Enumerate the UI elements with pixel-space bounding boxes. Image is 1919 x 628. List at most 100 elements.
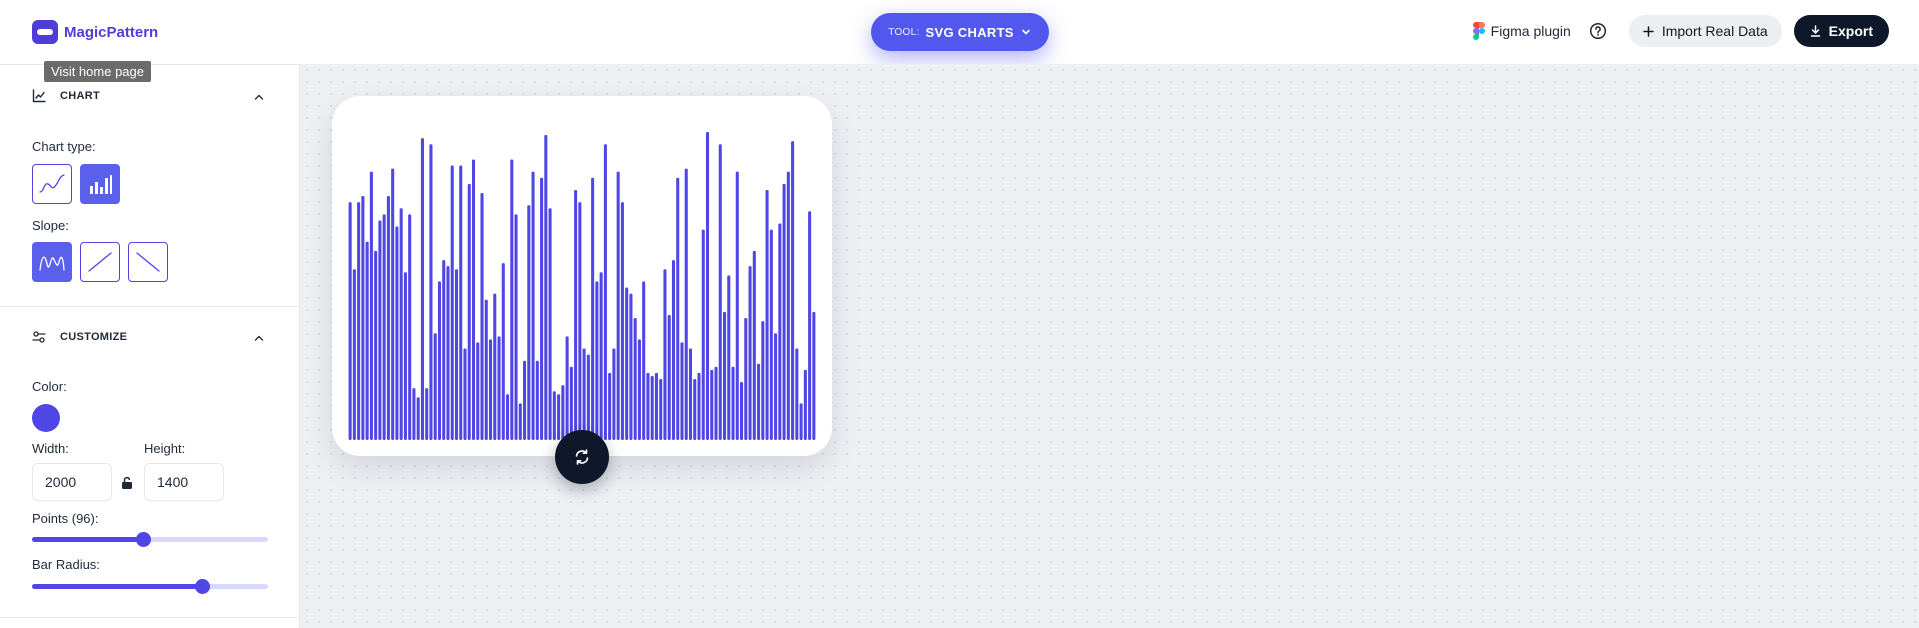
chart-bar <box>799 403 803 440</box>
chart-bar <box>659 379 663 440</box>
chart-bar <box>544 135 548 440</box>
import-real-data-button[interactable]: Import Real Data <box>1628 15 1782 47</box>
points-slider[interactable] <box>32 532 268 547</box>
chart-bar <box>535 360 539 440</box>
chart-bar <box>765 189 769 440</box>
chevron-up-icon[interactable] <box>252 90 266 104</box>
refresh-icon <box>575 449 589 465</box>
chart-bar <box>616 171 620 440</box>
chart-bar <box>561 385 565 440</box>
color-swatch[interactable] <box>32 404 60 432</box>
figma-plugin-label: Figma plugin <box>1490 23 1571 39</box>
points-slider-fill <box>32 537 143 542</box>
line-chart-icon <box>39 174 65 193</box>
chart-bar <box>748 266 752 440</box>
chart-bar <box>454 269 459 440</box>
section-divider <box>0 617 300 618</box>
chart-bar <box>795 348 799 440</box>
chart-bar <box>395 226 399 440</box>
chart-bar <box>471 159 476 440</box>
chart-bar <box>493 293 497 440</box>
chart-bar <box>608 372 612 440</box>
chart-bar <box>599 272 603 440</box>
chart-bar <box>705 132 710 440</box>
tool-selector-button[interactable]: TOOL: SVG CHARTS <box>871 13 1049 51</box>
unlocked-icon[interactable] <box>120 476 134 490</box>
chart-bar <box>489 339 493 440</box>
chart-type-bar-option[interactable] <box>80 164 120 204</box>
export-button[interactable]: Export <box>1793 15 1889 47</box>
bar-radius-label: Bar Radius: <box>32 557 100 572</box>
chart-bar <box>408 214 412 440</box>
chart-bar <box>386 196 390 440</box>
chart-bar <box>697 372 701 440</box>
chart-section-header[interactable]: CHART <box>32 89 100 103</box>
chart-bar <box>744 318 748 440</box>
chart-bar <box>484 299 488 440</box>
wave-slope-icon <box>39 256 65 271</box>
chart-bar <box>450 165 454 440</box>
bar-chart-icon <box>90 175 112 194</box>
chart-bar <box>740 382 744 440</box>
chart-bar <box>620 202 624 440</box>
chart-bar <box>654 372 658 440</box>
chart-bar <box>646 372 650 440</box>
chart-bar <box>701 229 705 440</box>
chart-bar <box>523 360 527 440</box>
chart-bar <box>467 183 471 440</box>
chart-bar <box>378 220 382 440</box>
customize-section-header[interactable]: CUSTOMIZE <box>32 330 127 344</box>
chart-bar <box>761 321 765 440</box>
chart-bar <box>727 275 731 440</box>
chart-bar <box>808 211 812 440</box>
slope-wave-option[interactable] <box>32 242 72 282</box>
width-input[interactable] <box>32 463 112 501</box>
bar-chart <box>348 132 816 440</box>
height-input[interactable] <box>144 463 224 501</box>
chart-bar <box>671 260 675 440</box>
chart-bar <box>650 375 654 440</box>
chart-bar <box>731 366 735 440</box>
chart-bar <box>510 159 514 440</box>
section-divider <box>0 306 300 307</box>
chart-bar <box>642 281 646 440</box>
chevron-up-icon[interactable] <box>252 331 266 345</box>
home-logo-link[interactable]: MagicPattern <box>32 20 158 44</box>
slope-descending-option[interactable] <box>128 242 168 282</box>
slope-ascending-option[interactable] <box>80 242 120 282</box>
chart-bar <box>637 339 641 440</box>
chart-bar <box>527 205 531 440</box>
regenerate-button[interactable] <box>555 430 609 484</box>
chart-bar <box>680 342 684 440</box>
figma-plugin-link[interactable]: Figma plugin <box>1472 22 1571 40</box>
chart-bar <box>578 202 582 440</box>
chart-bar <box>540 177 544 440</box>
points-slider-thumb[interactable] <box>135 532 151 547</box>
chart-bar <box>374 250 378 440</box>
chart-bar <box>369 171 373 440</box>
chart-bar <box>403 272 407 440</box>
chart-bar <box>391 168 395 440</box>
chart-bar <box>412 388 416 440</box>
points-label: Points (96): <box>32 511 99 526</box>
chart-bar <box>357 202 361 440</box>
chart-bar <box>569 366 573 440</box>
chart-bar <box>399 208 403 440</box>
chart-bar <box>688 348 693 440</box>
chart-bar <box>667 314 671 440</box>
help-icon[interactable] <box>1589 22 1607 40</box>
chart-bar <box>625 287 629 440</box>
chart-type-line-option[interactable] <box>32 164 72 204</box>
chart-bar <box>778 223 782 440</box>
chart-bar <box>791 141 795 440</box>
tool-name-label: SVG CHARTS <box>925 24 1014 40</box>
chart-bar <box>501 263 505 440</box>
height-label: Height: <box>144 441 186 456</box>
chart-bar <box>684 168 688 440</box>
chart-bar <box>769 229 773 440</box>
chart-bar <box>497 336 501 440</box>
chart-bar <box>595 281 599 440</box>
chart-bar <box>514 214 518 440</box>
bar-radius-slider-thumb[interactable] <box>194 579 210 594</box>
bar-radius-slider[interactable] <box>32 579 268 594</box>
